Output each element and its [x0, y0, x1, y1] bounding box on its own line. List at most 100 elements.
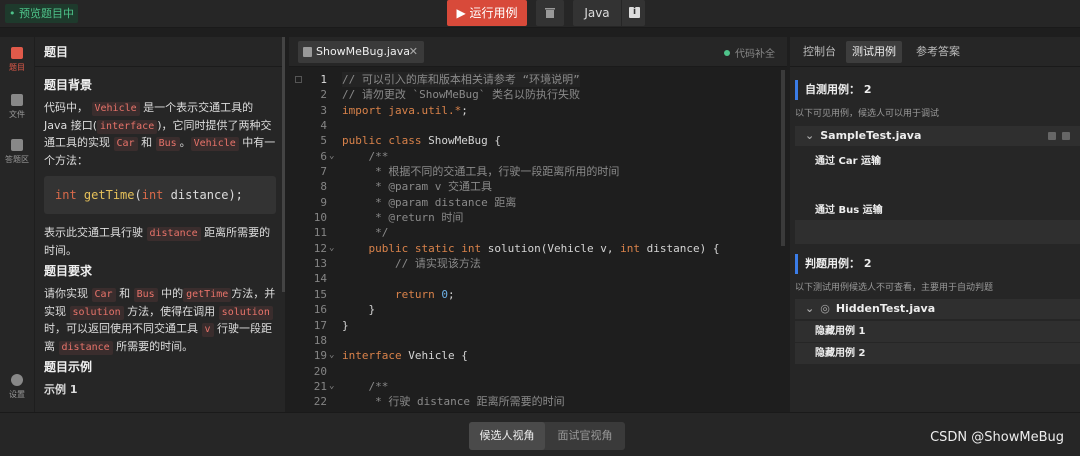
fold-chevron-icon[interactable]: ⌄	[329, 348, 334, 363]
line-number: 21	[313, 379, 327, 393]
sig-paren: (	[134, 188, 142, 202]
reset-button[interactable]	[536, 0, 564, 26]
autocomplete-toggle[interactable]: 代码补全	[724, 45, 775, 60]
judge-test-file-row[interactable]: ⌄ ◎ HiddenTest.java	[795, 299, 1080, 319]
line-number: 12	[313, 241, 327, 255]
code-chip: distance	[146, 227, 201, 241]
fold-chevron-icon[interactable]: ⌄	[329, 149, 334, 164]
signature-description: 表示此交通工具行驶 distance 距离所需要的时间。	[44, 224, 276, 259]
test-panel-tabs: 控制台 测试用例 参考答案	[790, 37, 1080, 67]
candidate-view-button[interactable]: 候选人视角	[469, 422, 545, 450]
code-line[interactable]: 9 * @param distance 距离	[289, 195, 787, 210]
code-text: }	[342, 318, 349, 332]
code-line[interactable]: 5 public class ShowMeBug {	[289, 133, 787, 148]
delete-icon[interactable]	[1062, 132, 1070, 140]
activity-problem-label: 题目	[9, 63, 25, 72]
code-line[interactable]: 19 ⌄ interface Vehicle {	[289, 348, 787, 363]
activity-files-label: 文件	[9, 110, 25, 119]
text: 和	[141, 136, 153, 149]
problem-panel: 题目 题目背景 代码中， Vehicle 是一个表示交通工具的 Java 接口(…	[35, 37, 285, 412]
code-line[interactable]: 2 // 请勿更改 `ShowMeBug` 类名以防执行失败	[289, 87, 787, 102]
close-icon[interactable]: ✕	[409, 41, 418, 63]
activity-files[interactable]: 文件	[0, 94, 34, 120]
self-test-case[interactable]: 通过 Bus 运输	[795, 201, 1080, 216]
add-case-row[interactable]	[795, 220, 1080, 244]
code-text: public class ShowMeBug {	[342, 134, 501, 148]
tab-console[interactable]: 控制台	[797, 41, 842, 63]
test-panel: 控制台 测试用例 参考答案 自测用例： 2 以下可见用例，候选人可以用于调试 ⌄…	[790, 37, 1080, 412]
code-line[interactable]: 15 return 0;	[289, 287, 787, 302]
code-line[interactable]: 20	[289, 364, 787, 379]
code-line[interactable]: 6 ⌄ /**	[289, 149, 787, 164]
code-line[interactable]: 11 */	[289, 225, 787, 240]
code-line[interactable]: 1 // 可以引入的库和版本相关请参考 “环境说明”	[289, 72, 787, 88]
tab-test-cases[interactable]: 测试用例	[846, 41, 902, 63]
code-line[interactable]: 8 * @param v 交通工具	[289, 179, 787, 194]
line-number: 6	[320, 149, 327, 163]
self-test-file-row[interactable]: ⌄ SampleTest.java	[795, 126, 1080, 146]
line-number: 7	[320, 165, 327, 179]
fold-chevron-icon[interactable]: ⌄	[329, 241, 334, 256]
code-chip: Bus	[155, 137, 180, 151]
sig-keyword: int	[141, 188, 164, 202]
run-tests-button[interactable]: ▶ 运行用例	[447, 0, 527, 26]
code-text: }	[342, 303, 376, 317]
answer-icon	[11, 139, 23, 151]
text: 和	[119, 287, 131, 300]
judge-test-description: 以下测试用例候选人不可查看，主要用于自动判题	[795, 283, 994, 293]
edit-icon[interactable]	[1048, 132, 1056, 140]
language-select[interactable]: Java	[573, 0, 621, 26]
code-text: * @param v 交通工具	[375, 180, 492, 194]
code-line[interactable]: 22 * 行驶 distance 距离所需要的时间	[289, 394, 787, 409]
code-text: /**	[368, 379, 389, 393]
code-text: // 可以引入的库和版本相关请参考 “环境说明”	[342, 72, 580, 88]
code-line[interactable]: 4	[289, 118, 787, 133]
method-signature: int getTime(int distance);	[44, 176, 276, 214]
code-line[interactable]: 12 ⌄ public static int solution(Vehicle v…	[289, 241, 787, 256]
line-number: 13	[313, 257, 327, 271]
activity-problem[interactable]: 题目	[0, 47, 34, 73]
text: 所需要的时间。	[116, 339, 194, 353]
code-line[interactable]: 21 ⌄ /**	[289, 379, 787, 394]
tab-reference-answer[interactable]: 参考答案	[910, 41, 966, 63]
interviewer-view-button[interactable]: 面试官视角	[545, 422, 625, 450]
activity-answer[interactable]: 答题区	[0, 139, 34, 165]
file-tab-label: ShowMeBug.java	[316, 45, 410, 58]
code-chip: Car	[91, 288, 116, 302]
problem-body: 题目背景 代码中， Vehicle 是一个表示交通工具的 Java 接口(int…	[35, 67, 285, 399]
code-text: */	[375, 226, 389, 240]
fold-chevron-icon[interactable]: ⌄	[329, 379, 334, 394]
info-button[interactable]: i	[621, 0, 645, 26]
file-tab[interactable]: ShowMeBug.java ✕	[298, 41, 424, 63]
code-chip: distance	[58, 340, 113, 355]
code-line[interactable]: 17}	[289, 318, 787, 333]
text: 时，可以返回使用不同交通工具	[44, 322, 198, 335]
breakpoint-marker[interactable]	[295, 76, 302, 83]
background-paragraph: 代码中， Vehicle 是一个表示交通工具的 Java 接口(interfac…	[44, 99, 276, 169]
eye-off-icon: ◎	[820, 302, 830, 315]
line-number: 5	[320, 134, 327, 148]
code-line[interactable]: 10 * @return 时间	[289, 210, 787, 225]
line-number: 10	[313, 211, 327, 225]
hidden-test-case[interactable]: 隐藏用例 1	[795, 320, 1080, 342]
status-dot-icon	[724, 50, 730, 56]
code-line[interactable]: 13 // 请实现该方法	[289, 256, 787, 271]
chevron-down-icon: ⌄	[805, 302, 815, 315]
code-line[interactable]: 3 import java.util.*;	[289, 103, 787, 118]
code-chip: Bus	[133, 288, 158, 302]
code-text: // 请勿更改 `ShowMeBug` 类名以防执行失败	[342, 88, 580, 102]
line-number: 22	[313, 395, 327, 409]
code-text: * @return 时间	[375, 211, 464, 225]
requirement-paragraph: 请你实现 Car 和 Bus 中的 getTime 方法，并实现 solution …	[44, 285, 276, 355]
editor-scrollbar[interactable]	[781, 70, 785, 246]
code-line[interactable]: 18	[289, 333, 787, 348]
code-line[interactable]: 14	[289, 271, 787, 286]
line-number: 9	[320, 195, 327, 209]
code-line[interactable]: 7 * 根据不同的交通工具，行驶一段距离所用的时间	[289, 164, 787, 179]
code-area[interactable]: 1 // 可以引入的库和版本相关请参考 “环境说明” 2 // 请勿更改 `ShowM…	[289, 72, 787, 410]
problem-scrollbar[interactable]	[282, 37, 285, 292]
hidden-test-case[interactable]: 隐藏用例 2	[795, 342, 1080, 364]
code-line[interactable]: 16 }	[289, 302, 787, 317]
self-test-case[interactable]: 通过 Car 运输	[795, 152, 1080, 167]
activity-settings[interactable]: 设置	[0, 374, 34, 400]
